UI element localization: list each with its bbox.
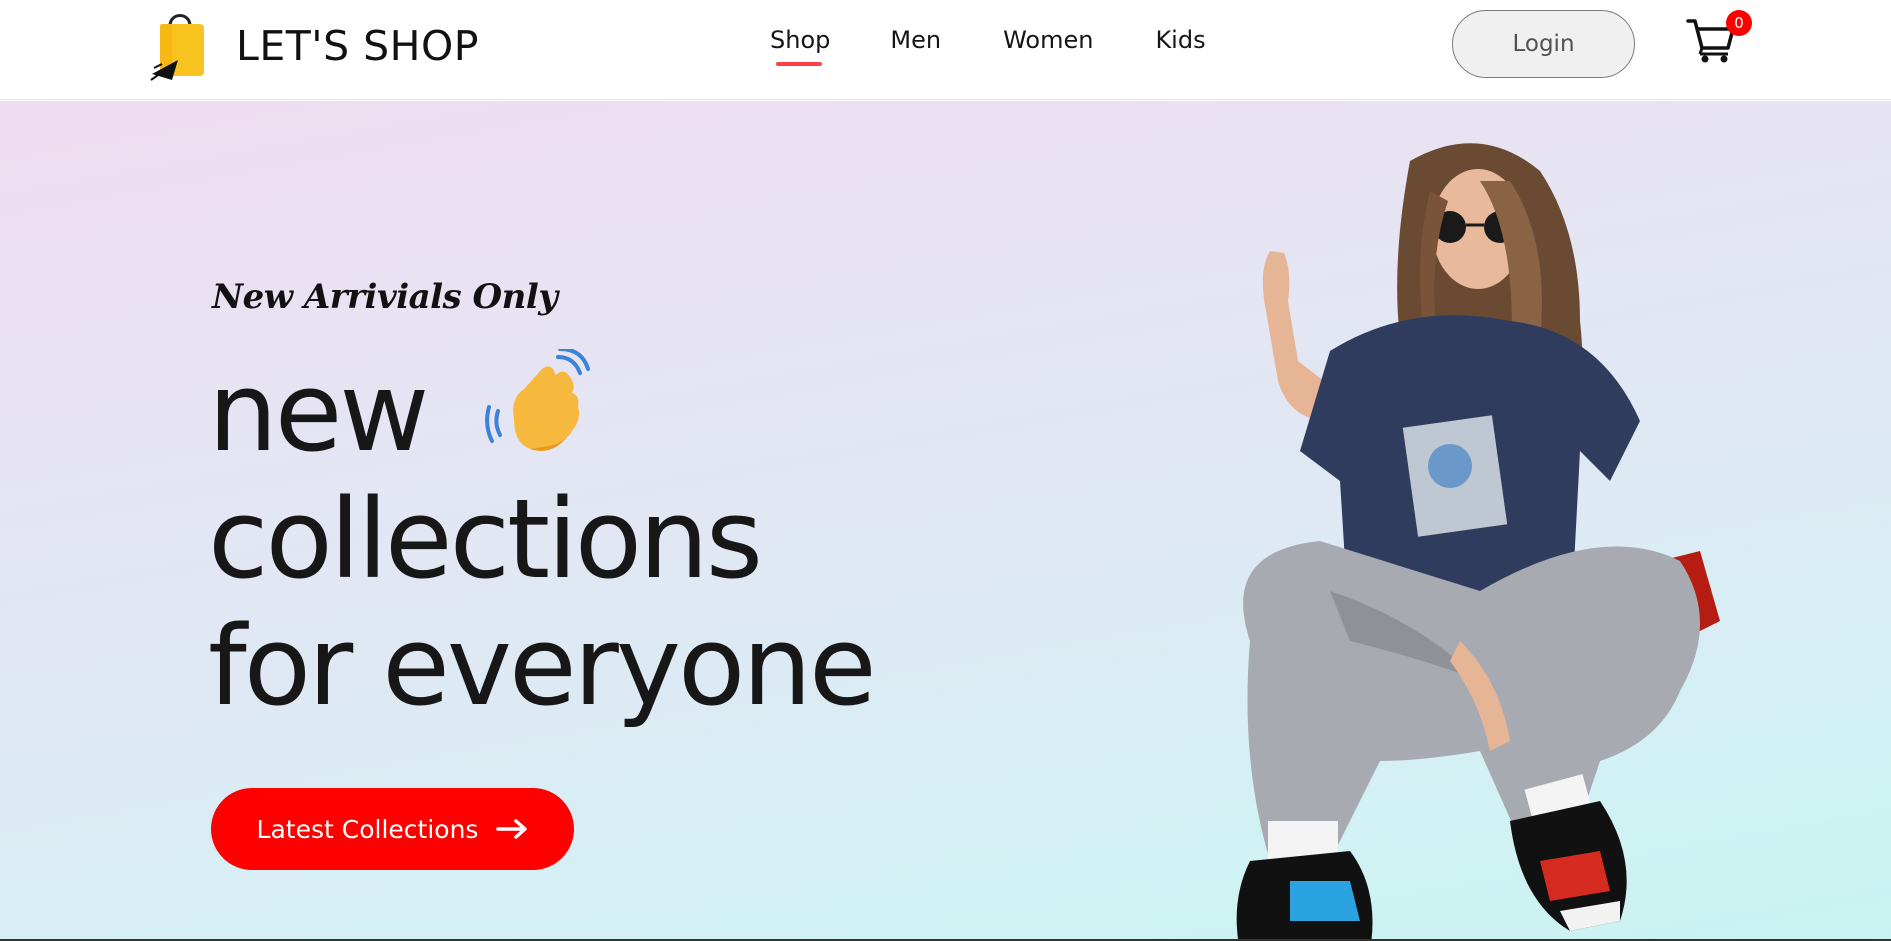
brand-name: LET'S SHOP xyxy=(236,22,479,70)
login-button[interactable]: Login xyxy=(1452,10,1635,78)
hero-model-image xyxy=(1236,143,1720,941)
cta-label: Latest Collections xyxy=(256,814,479,844)
nav-item-label: Women xyxy=(1003,26,1094,54)
arrow-right-icon xyxy=(496,819,528,839)
nav-item-label: Men xyxy=(890,26,942,54)
hero-headline-line-3: for everyone xyxy=(208,602,877,730)
nav-item-label: Kids xyxy=(1155,26,1206,54)
cart-button[interactable]: 0 xyxy=(1686,10,1752,64)
shopping-bag-icon xyxy=(150,14,204,81)
hero-tagline: New Arrivials Only xyxy=(212,277,558,317)
hero-section: New Arrivials Only new collections for e… xyxy=(0,101,1891,941)
nav-item-shop[interactable]: Shop xyxy=(768,26,832,66)
active-underline xyxy=(776,62,822,66)
nav-item-women[interactable]: Women xyxy=(1001,26,1095,54)
nav-item-men[interactable]: Men xyxy=(888,26,943,54)
navbar: LET'S SHOP Shop Men Women Kids Login 0 xyxy=(0,0,1891,100)
nav-item-kids[interactable]: Kids xyxy=(1153,26,1207,54)
latest-collections-button[interactable]: Latest Collections xyxy=(211,788,574,870)
hero-headline-line-2: collections xyxy=(208,475,763,603)
waving-hand-icon xyxy=(485,349,590,451)
brand-logo[interactable]: LET'S SHOP xyxy=(148,8,479,84)
nav-menu: Shop Men Women Kids xyxy=(768,26,1208,66)
nav-item-label: Shop xyxy=(770,26,831,54)
hero-headline-line-1: new xyxy=(208,348,429,476)
cart-count-badge: 0 xyxy=(1726,10,1752,36)
